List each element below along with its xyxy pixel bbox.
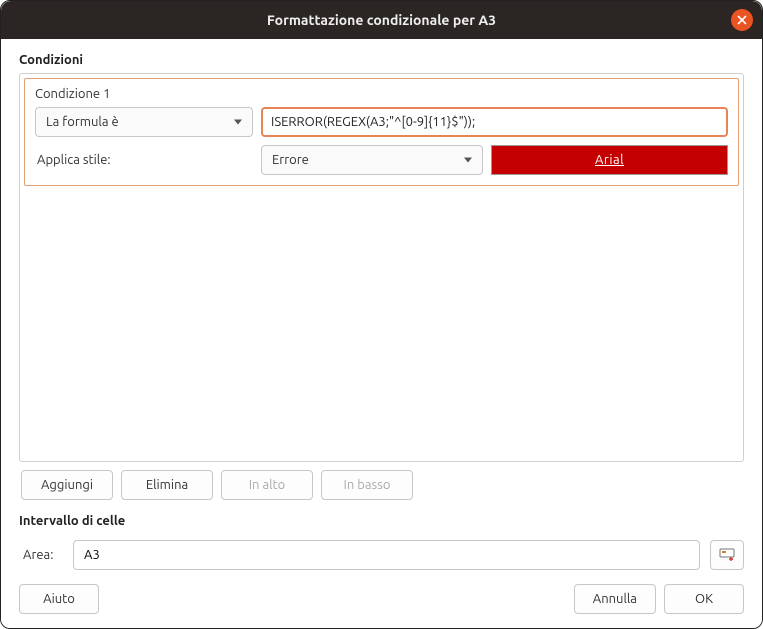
style-preview: Arial [491,145,728,175]
window-title: Formattazione condizionale per A3 [267,12,496,28]
area-input[interactable] [73,540,700,570]
conditions-frame: Condizione 1 La formula è Applica stile:… [19,73,744,462]
formula-input[interactable] [261,107,728,137]
conditions-section-label: Condizioni [19,53,744,67]
style-combo[interactable]: Errore [261,145,483,175]
area-label: Area: [19,548,63,562]
style-preview-text: Arial [595,153,624,167]
condition-button-row: Aggiungi Elimina In alto In basso [19,470,744,500]
close-icon [737,15,747,25]
cancel-button[interactable]: Annulla [574,584,656,614]
area-row: Area: [19,540,744,570]
move-up-button: In alto [221,470,313,500]
condition-type-value: La formula è [46,115,119,129]
shrink-icon [719,548,735,562]
condition-block[interactable]: Condizione 1 La formula è Applica stile:… [24,78,739,186]
cell-range-section-label: Intervallo di celle [19,514,744,528]
conditions-empty-area [20,190,743,461]
dialog-window: Formattazione condizionale per A3 Condiz… [0,0,763,629]
dialog-content: Condizioni Condizione 1 La formula è App… [1,39,762,628]
apply-style-label: Applica stile: [35,153,253,167]
close-button[interactable] [731,9,753,31]
move-down-button: In basso [321,470,413,500]
style-combo-value: Errore [272,153,309,167]
shrink-reference-button[interactable] [710,540,744,570]
condition-title: Condizione 1 [35,87,728,101]
title-bar: Formattazione condizionale per A3 [1,1,762,39]
help-button[interactable]: Aiuto [19,584,99,614]
condition-type-combo[interactable]: La formula è [35,107,253,137]
footer-row: Aiuto Annulla OK [19,584,744,614]
add-button[interactable]: Aggiungi [21,470,113,500]
ok-button[interactable]: OK [664,584,744,614]
delete-button[interactable]: Elimina [121,470,213,500]
